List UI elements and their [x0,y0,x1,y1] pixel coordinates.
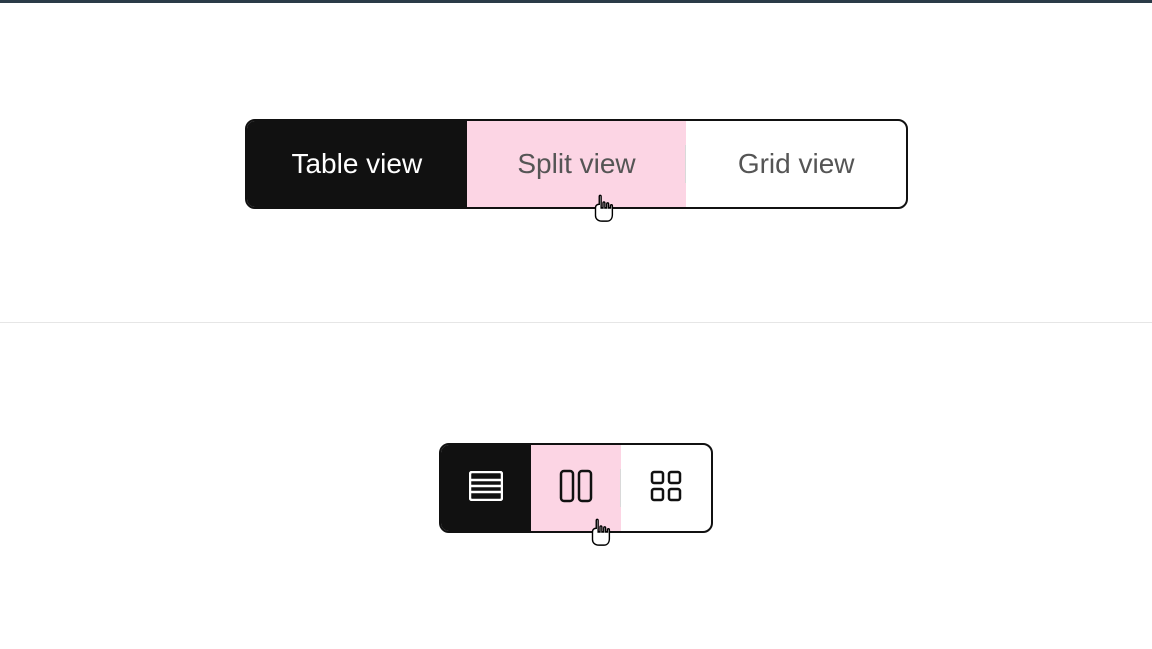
view-switcher-icons [439,443,713,533]
top-border [0,0,1152,3]
table-view-button[interactable] [441,445,531,531]
split-view-tab[interactable]: Split view [467,121,687,207]
segment-label: Grid view [738,148,855,180]
grid-view-tab[interactable]: Grid view [686,121,906,207]
section-divider [0,322,1152,323]
segment-label: Split view [517,148,635,180]
grid-view-icon [649,469,683,508]
split-view-button[interactable] [531,445,621,531]
table-view-tab[interactable]: Table view [247,121,467,207]
segment-label: Table view [291,148,422,180]
table-view-icon [469,471,503,506]
grid-view-button[interactable] [621,445,711,531]
split-view-icon [558,469,594,508]
view-switcher-text: Table view Split view Grid view [245,119,908,209]
